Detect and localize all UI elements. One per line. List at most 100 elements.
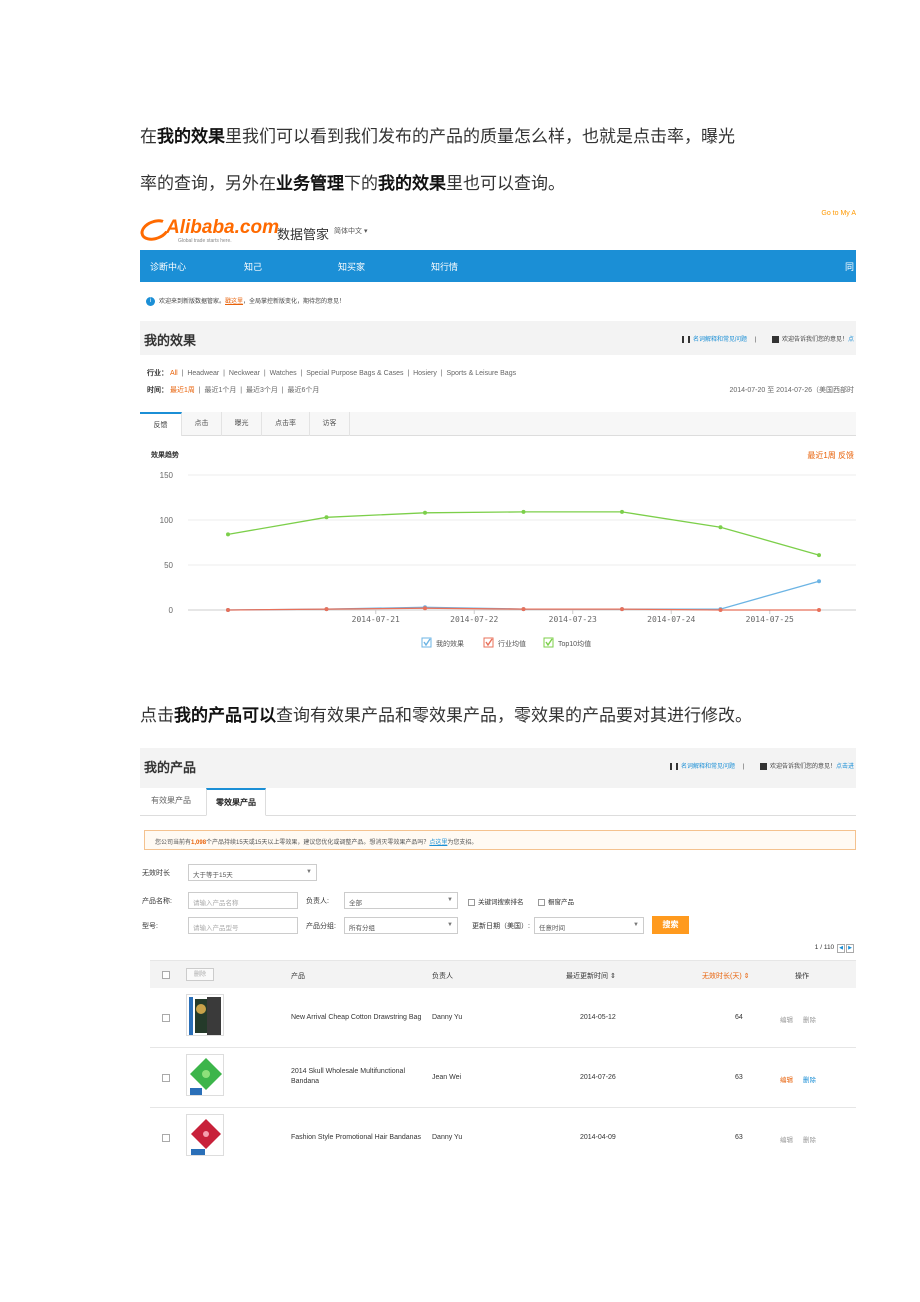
time-active[interactable]: 最近1周 — [170, 387, 195, 394]
warn-link[interactable]: 点这里 — [429, 840, 447, 846]
update-date-select[interactable]: 任意时间 ▼ — [534, 917, 644, 934]
tab-clicks[interactable]: 点击 — [182, 412, 222, 436]
industry-item[interactable]: Special Purpose Bags & Cases — [306, 370, 403, 377]
keyword-rank-checkbox[interactable]: 关键词搜索排名 — [468, 896, 524, 906]
industry-item[interactable]: Sports & Leisure Bags — [446, 370, 516, 377]
group-select[interactable]: 所有分组 ▼ — [344, 917, 458, 934]
next-page-icon[interactable]: ▶ — [846, 944, 854, 953]
nav-self[interactable]: 知己 — [244, 260, 262, 273]
industry-item[interactable]: Hosiery — [413, 370, 437, 377]
model-input[interactable]: 请输入产品型号 — [188, 917, 298, 934]
data-point — [718, 525, 723, 530]
date-range: 2014-07-20 至 2014-07-26（美国西部时 — [729, 387, 854, 394]
nav-right-item[interactable]: 同 — [845, 260, 854, 273]
time-item[interactable]: 最近3个月 — [246, 387, 278, 394]
y-tick-label: 0 — [169, 606, 174, 615]
text-run: 里我们可以看到我们发布的产品的质量怎么样，也就是点击率，曝光 — [225, 127, 735, 147]
no-effect-days: 63 — [735, 1074, 743, 1081]
effect-screenshot: Alibaba.com Global trade starts here. 数据… — [140, 208, 856, 658]
product-thumbnail — [186, 1054, 224, 1096]
search-button[interactable]: 搜索 — [652, 916, 689, 934]
delete-link[interactable]: 删除 — [803, 1074, 816, 1084]
product-tabs: 有效果产品 零效果产品 — [140, 788, 856, 816]
text-run: 点击 — [140, 706, 174, 726]
nav-buyers[interactable]: 知买家 — [338, 260, 365, 273]
series-line-0 — [227, 580, 820, 611]
col-updated[interactable]: 最近更新时间 ⇕ — [566, 971, 616, 981]
owner-label: 负责人: — [306, 898, 329, 905]
tab-ctr[interactable]: 点击率 — [262, 412, 310, 436]
faq-link[interactable]: 名词解释和常见问题 — [693, 337, 747, 343]
product-name[interactable]: 2014 Skull Wholesale Multifunctional Ban… — [291, 1067, 421, 1087]
checkbox-icon — [468, 898, 475, 906]
page-title: 我的产品 — [144, 761, 197, 776]
edit-link[interactable]: 编辑 — [780, 1074, 793, 1084]
showcase-checkbox[interactable]: 橱窗产品 — [538, 896, 574, 906]
y-tick-label: 150 — [160, 471, 174, 480]
separator: | — [754, 337, 757, 343]
logo-text: Alibaba.com — [166, 217, 279, 238]
section-header: 我的产品 名词解释和常见问题 | 欢迎告诉我们您的意见！点击进 — [140, 748, 856, 788]
data-point — [521, 509, 526, 514]
text-run: 在 — [140, 127, 157, 147]
goto-my-link[interactable]: Go to My A — [821, 210, 856, 217]
data-point — [324, 607, 329, 612]
industry-all[interactable]: All — [170, 370, 178, 377]
language-select[interactable]: 简体中文 ▾ — [334, 226, 367, 236]
row-checkbox[interactable] — [162, 1134, 170, 1142]
nav-market[interactable]: 知行情 — [431, 260, 458, 273]
tab-effective-products[interactable]: 有效果产品 — [142, 788, 200, 816]
nav-diagnosis[interactable]: 诊断中心 — [150, 260, 186, 273]
skull-bandana-image — [187, 1055, 223, 1095]
product-name-input[interactable]: 请输入产品名称 — [188, 892, 298, 909]
effect-trend-chart: 0 50 100 150 2014-07-21 2014-07-22 2014-07-23 2… — [160, 471, 856, 648]
data-point — [817, 579, 821, 584]
prev-page-icon[interactable]: ◀ — [837, 944, 845, 953]
time-filter: 时间： 最近1周 | 最近1个月 | 最近3个月 | 最近6个月 — [147, 387, 320, 394]
delete-link[interactable]: 删除 — [803, 1014, 816, 1024]
products-screenshot: 我的产品 名词解释和常见问题 | 欢迎告诉我们您的意见！点击进 有效果产品 零效… — [140, 748, 856, 1160]
tab-feedback[interactable]: 反馈 — [140, 412, 182, 436]
industry-item[interactable]: Headwear — [187, 370, 219, 377]
logo-tagline: Global trade starts here. — [178, 238, 232, 244]
series-line-2 — [227, 511, 820, 556]
select-all-checkbox[interactable] — [162, 971, 170, 979]
text-run: 里也可以查询。 — [446, 174, 565, 194]
chevron-down-icon: ▼ — [633, 922, 639, 928]
header-logo-row: Alibaba.com Global trade starts here. 数据… — [140, 208, 856, 248]
trend-range-link[interactable]: 最近1周 反馈 — [807, 450, 854, 461]
tab-visitors[interactable]: 访客 — [310, 412, 350, 436]
owner-select[interactable]: 全部 ▼ — [344, 892, 458, 909]
row-checkbox[interactable] — [162, 1014, 170, 1022]
feedback-link[interactable]: 点 — [848, 337, 854, 343]
col-no-effect-days[interactable]: 无效时长(天) ⇕ — [702, 971, 749, 981]
data-point — [226, 532, 230, 537]
product-name-label: 产品名称: — [142, 898, 172, 905]
data-point — [620, 509, 624, 514]
checkbox-label: 关键词搜索排名 — [478, 899, 524, 906]
bulk-delete-button[interactable]: 删除 — [186, 968, 214, 981]
x-tick-label: 2014-07-23 — [549, 615, 597, 624]
no-effect-select[interactable]: 大于等于15天 ▼ — [188, 864, 317, 881]
faq-link[interactable]: 名词解释和常见问题 — [681, 764, 735, 770]
industry-item[interactable]: Neckwear — [229, 370, 260, 377]
feedback-link[interactable]: 点击进 — [836, 764, 854, 770]
notice-link[interactable]: 戳这里 — [225, 299, 243, 305]
no-effect-days: 64 — [735, 1014, 743, 1021]
row-checkbox[interactable] — [162, 1074, 170, 1082]
chevron-down-icon: ▼ — [447, 897, 453, 903]
edit-link[interactable]: 编辑 — [780, 1134, 793, 1144]
tab-zero-effect-products[interactable]: 零效果产品 — [206, 788, 266, 816]
time-item[interactable]: 最近6个月 — [288, 387, 320, 394]
tab-impressions[interactable]: 曝光 — [222, 412, 262, 436]
delete-link[interactable]: 删除 — [803, 1134, 816, 1144]
data-point — [718, 608, 723, 612]
legend-label: 行业均值 — [498, 639, 526, 648]
updated-date: 2014-04-09 — [580, 1134, 616, 1141]
time-item[interactable]: 最近1个月 — [204, 387, 236, 394]
time-label: 时间： — [147, 387, 168, 394]
bold-term: 我的产品可以 — [174, 706, 276, 726]
industry-item[interactable]: Watches — [270, 370, 297, 377]
edit-link[interactable]: 编辑 — [780, 1014, 793, 1024]
intro-paragraph-2: 率的查询，另外在业务管理下的我的效果里也可以查询。 — [140, 173, 860, 195]
